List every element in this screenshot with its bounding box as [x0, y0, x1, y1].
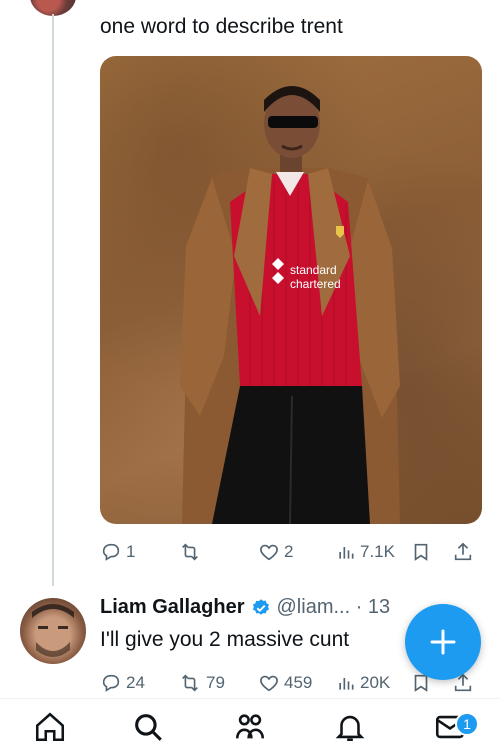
heart-icon [260, 544, 278, 561]
search-icon [135, 714, 162, 741]
reply-icon [102, 543, 120, 561]
heart-icon [260, 675, 278, 692]
tweet-action-bar: 1 2 7.1K [100, 537, 485, 567]
like-count: 459 [284, 673, 313, 692]
like-button[interactable]: 2 [258, 537, 293, 567]
avatar-face [32, 604, 74, 657]
repost-icon [182, 674, 198, 692]
nav-communities[interactable] [228, 710, 272, 750]
communities-icon [235, 714, 265, 739]
reply-button[interactable]: 24 [100, 668, 145, 698]
nav-home[interactable] [28, 710, 72, 750]
share-icon [454, 542, 472, 561]
reply-text: I'll give you 2 massive cunt [100, 628, 350, 651]
like-button[interactable]: 459 [258, 668, 312, 698]
bookmark-icon [414, 543, 428, 561]
like-count: 2 [284, 542, 294, 561]
views-count: 20K [360, 673, 391, 692]
repost-button[interactable]: 79 [178, 668, 225, 698]
views-icon [339, 547, 354, 559]
reply-header: Liam Gallagher @liam... · 13 [100, 596, 390, 619]
repost-button[interactable] [178, 537, 206, 567]
plus-icon [430, 629, 456, 655]
repost-icon [182, 543, 198, 561]
reply-icon [102, 674, 120, 692]
shirt-sponsor-line1: standard [290, 263, 337, 277]
bottom-nav [0, 710, 500, 750]
views-button[interactable]: 20K [336, 668, 390, 698]
notifications-icon [335, 715, 365, 742]
nav-notifications[interactable] [328, 710, 372, 750]
shirt-sponsor-line2: chartered [290, 277, 341, 291]
reply-button[interactable]: 1 [100, 537, 135, 567]
bookmark-button[interactable] [410, 537, 432, 567]
thread-connector-line [52, 14, 54, 586]
views-icon [339, 678, 354, 690]
tweet-text: one word to describe trent [100, 15, 343, 38]
bottom-nav-divider [0, 698, 500, 699]
reply-count: 24 [126, 673, 145, 692]
views-count: 7.1K [360, 542, 395, 561]
share-button[interactable] [452, 537, 474, 567]
verified-badge-icon [252, 598, 269, 615]
compose-button[interactable] [405, 604, 481, 680]
media-illustration: standard chartered [180, 86, 400, 524]
reply-handle-time[interactable]: @liam... · 13 [277, 596, 391, 619]
views-button[interactable]: 7.1K [336, 537, 395, 567]
nav-search[interactable] [126, 710, 170, 750]
tweet-media-image[interactable]: standard chartered [100, 56, 482, 524]
reply-author-name[interactable]: Liam Gallagher [100, 596, 245, 619]
repost-count: 79 [206, 673, 225, 692]
messages-badge: 1 [455, 712, 479, 736]
reply-count: 1 [126, 542, 136, 561]
reply-avatar[interactable] [20, 598, 86, 664]
home-icon [35, 712, 65, 742]
